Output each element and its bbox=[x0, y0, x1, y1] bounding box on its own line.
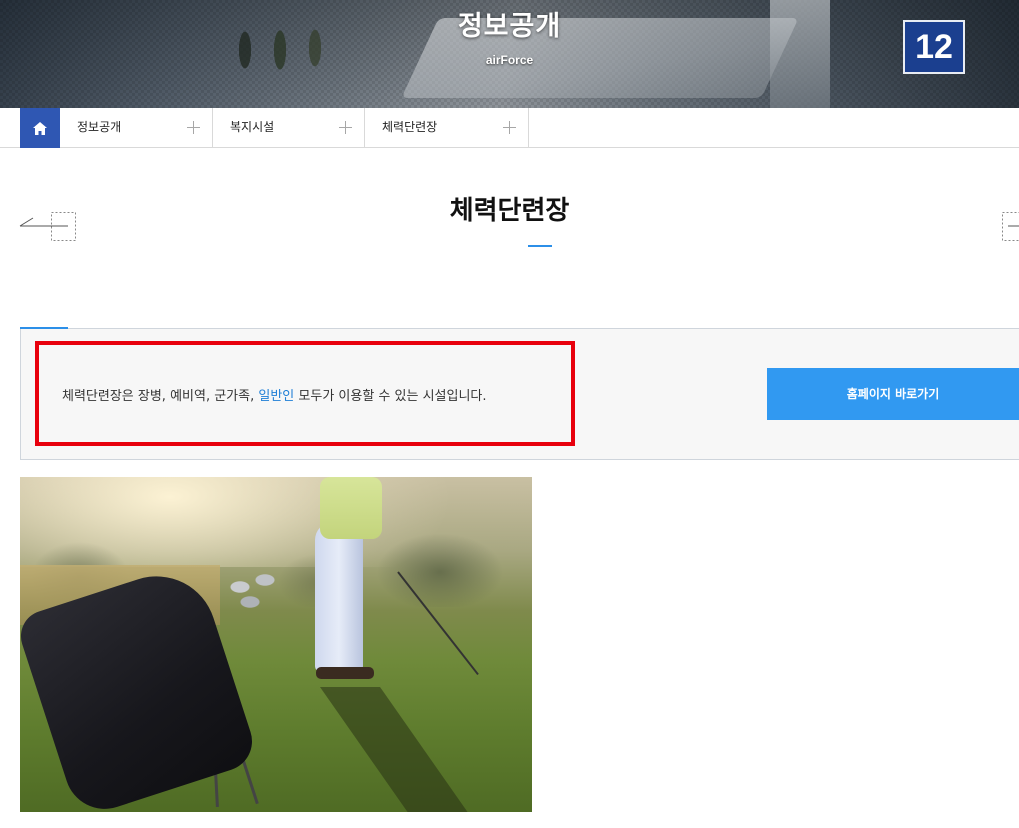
photo-golfer-shoes bbox=[316, 667, 374, 679]
next-page-button[interactable] bbox=[1002, 212, 1019, 244]
homepage-link-button[interactable]: 홈페이지 바로가기 bbox=[767, 368, 1019, 420]
annotation-highlight-box bbox=[35, 341, 575, 446]
photo-golfer bbox=[315, 522, 363, 672]
hero-title: 정보공개 bbox=[457, 11, 562, 42]
hero-banner: 12 정보공개 airForce bbox=[0, 0, 1019, 108]
breadcrumb-item-welfare[interactable]: 복지시설 bbox=[213, 108, 365, 147]
breadcrumb-item-label: 체력단련장 bbox=[382, 120, 438, 134]
plus-icon[interactable] bbox=[503, 121, 516, 134]
facility-photo bbox=[20, 477, 532, 812]
page-title: 체력단련장 bbox=[449, 196, 570, 226]
breadcrumb: 정보공개 복지시설 체력단련장 bbox=[0, 108, 1019, 148]
arrow-right-icon bbox=[1002, 212, 1019, 241]
photo-golfer-shirt bbox=[320, 477, 382, 539]
hero-subtitle: airForce bbox=[485, 53, 534, 67]
photo-club-heads bbox=[220, 572, 290, 612]
breadcrumb-item-info[interactable]: 정보공개 bbox=[60, 108, 213, 147]
info-box-accent bbox=[20, 327, 68, 329]
breadcrumb-item-fitness[interactable]: 체력단련장 bbox=[365, 108, 529, 147]
title-underline bbox=[528, 245, 552, 247]
plus-icon[interactable] bbox=[187, 121, 200, 134]
home-icon bbox=[33, 121, 47, 135]
breadcrumb-item-label: 정보공개 bbox=[77, 120, 122, 134]
home-button[interactable] bbox=[20, 108, 60, 148]
photo-golfer-shadow bbox=[320, 687, 500, 812]
plus-icon[interactable] bbox=[339, 121, 352, 134]
breadcrumb-item-label: 복지시설 bbox=[230, 120, 275, 134]
